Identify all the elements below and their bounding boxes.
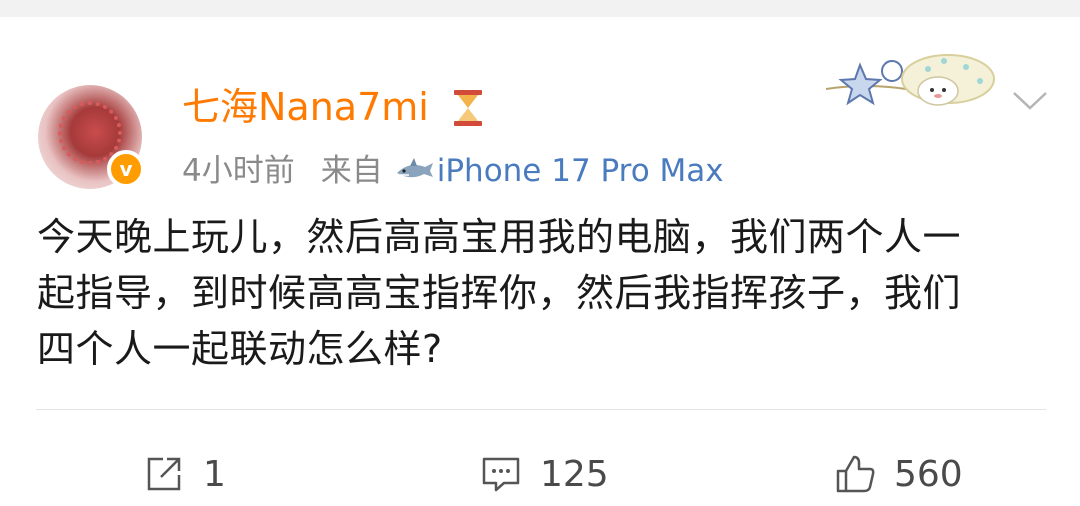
thumbs-up-icon	[836, 455, 875, 493]
content-line: 起指导，到时候高高宝指挥你，然后我指挥孩子，我们	[37, 271, 962, 315]
source-prefix: 来自	[320, 153, 383, 189]
username-link[interactable]: 七海Nana7mi	[182, 85, 429, 129]
comment-count: 125	[540, 453, 609, 495]
device-link[interactable]: iPhone 17 Pro Max	[437, 153, 724, 189]
content-line: 今天晚上玩儿，然后高高宝用我的电脑，我们两个人一	[37, 215, 962, 259]
post-time: 4小时前	[182, 153, 295, 189]
divider	[36, 409, 1046, 410]
post-card: v 七海Nana7mi 4小时前 来自 iPhone 17 Pro Max 今天晚…	[0, 17, 1080, 506]
comment-button[interactable]: 125	[480, 449, 609, 499]
post-content: 今天晚上玩儿，然后高高宝用我的电脑，我们两个人一 起指导，到时候高高宝指挥你，然…	[37, 209, 1049, 377]
repost-icon	[147, 457, 181, 491]
verified-badge-icon: v	[107, 150, 145, 188]
decorative-sticker-icon	[826, 54, 995, 106]
like-button[interactable]: 560	[834, 449, 963, 499]
repost-count: 1	[203, 453, 226, 495]
hourglass-icon	[454, 90, 482, 126]
comment-icon	[482, 457, 520, 492]
content-line: 四个人一起联动怎么样?	[37, 327, 443, 371]
like-count: 560	[894, 453, 963, 495]
chevron-down-icon[interactable]	[1010, 89, 1050, 113]
post-meta: 4小时前 来自 iPhone 17 Pro Max	[182, 153, 724, 189]
shark-icon	[396, 158, 433, 178]
repost-button[interactable]: 1	[143, 449, 226, 499]
